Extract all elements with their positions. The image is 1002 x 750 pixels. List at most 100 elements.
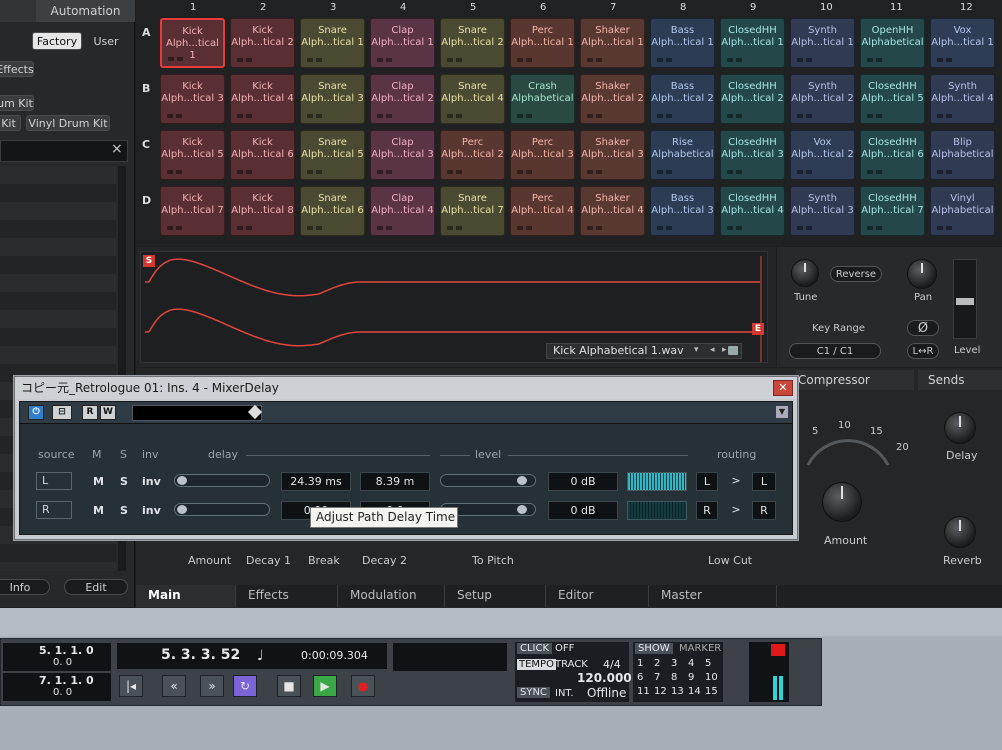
drum-pad[interactable]: Rise Alphabetical — [650, 130, 715, 180]
pan-knob[interactable] — [907, 259, 937, 289]
folder-icon[interactable] — [728, 346, 738, 355]
drum-pad[interactable]: OpenHH Alphabetical — [860, 18, 925, 68]
route-out[interactable]: R — [752, 501, 776, 520]
close-icon[interactable]: × — [111, 141, 123, 157]
drum-pad[interactable]: ClosedHH Alph...tical 4 — [720, 186, 785, 236]
drum-pad[interactable]: Shaker Alph...tical 4 — [580, 186, 645, 236]
route-in[interactable]: R — [696, 501, 718, 520]
sample-end-marker[interactable]: E — [752, 323, 764, 335]
power-icon[interactable]: ⏻ — [28, 405, 44, 420]
drum-pad[interactable]: Snare Alph...tical 1 — [300, 18, 365, 68]
invert-button[interactable]: inv — [142, 475, 161, 488]
delay-ms-field[interactable]: 24.39 ms — [281, 472, 351, 491]
drum-pad[interactable]: Vox Alph...tical 1 — [930, 18, 995, 68]
drum-pad[interactable]: Snare Alph...tical 7 — [440, 186, 505, 236]
marker-button[interactable]: 14 — [688, 686, 701, 697]
marker-button[interactable]: 1 — [637, 658, 643, 669]
level-field[interactable]: 0 dB — [548, 472, 618, 491]
drum-pad[interactable]: Perc Alph...tical 4 — [510, 186, 575, 236]
chevron-down-icon[interactable]: ▾ — [694, 345, 704, 357]
effects-tag[interactable]: Effects — [0, 61, 34, 77]
marker-button[interactable]: 4 — [688, 658, 694, 669]
reverb-send-knob[interactable] — [944, 516, 976, 548]
menu-dropdown-icon[interactable]: ▼ — [776, 406, 788, 418]
drum-pad[interactable]: Kick Alph...tical 6 — [230, 130, 295, 180]
delay-slider[interactable] — [174, 474, 270, 487]
sync-button[interactable]: SYNC — [517, 687, 550, 698]
tab-main[interactable]: Main — [136, 585, 236, 607]
marker-button[interactable]: 6 — [637, 672, 643, 683]
drum-pad[interactable]: ClosedHH Alph...tical 7 — [860, 186, 925, 236]
slider-thumb[interactable] — [517, 505, 528, 514]
drum-pad[interactable]: Vinyl Alphabetical — [930, 186, 995, 236]
drum-pad[interactable]: Perc Alph...tical 1 — [510, 18, 575, 68]
automation-tab[interactable]: Automation — [36, 0, 135, 22]
position-display[interactable]: 5. 3. 3. 52 ♩ 0:00:09.304 — [117, 643, 387, 669]
go-to-start-icon[interactable]: |◂ — [119, 675, 143, 697]
source-L[interactable]: L — [36, 472, 72, 490]
drum-pad[interactable]: Kick Alph...tical 1 — [160, 18, 225, 68]
route-in[interactable]: L — [696, 472, 718, 491]
vinyl-drum-kit-tag[interactable]: Vinyl Drum Kit — [26, 115, 110, 131]
drum-pad[interactable]: Kick Alph...tical 4 — [230, 74, 295, 124]
drum-pad[interactable]: Clap Alph...tical 2 — [370, 74, 435, 124]
record-icon[interactable]: ● — [351, 675, 375, 697]
drum-pad[interactable]: Snare Alph...tical 6 — [300, 186, 365, 236]
marker-button[interactable]: 11 — [637, 686, 650, 697]
fast-forward-icon[interactable]: » — [200, 675, 224, 697]
level-fader-thumb[interactable] — [956, 298, 974, 305]
delay-send-knob[interactable] — [944, 412, 976, 444]
drum-pad[interactable]: Blip Alphabetical — [930, 130, 995, 180]
marker-button[interactable]: 10 — [705, 672, 718, 683]
compressor-amount-knob[interactable] — [822, 482, 862, 522]
marker-button[interactable]: 9 — [688, 672, 694, 683]
key-range-field[interactable]: C1 / C1 — [789, 343, 881, 359]
drum-pad[interactable]: Snare Alph...tical 3 — [300, 74, 365, 124]
drum-pad[interactable]: Synth Alph...tical 4 — [930, 74, 995, 124]
marker-dropdown[interactable] — [393, 643, 507, 671]
drum-pad[interactable]: ClosedHH Alph...tical 2 — [720, 74, 785, 124]
solo-button[interactable]: S — [120, 504, 128, 517]
drum-pad[interactable]: Kick Alph...tical 5 — [160, 130, 225, 180]
show-button[interactable]: SHOW — [635, 643, 673, 654]
time-signature[interactable]: 4/4 — [603, 658, 621, 671]
user-button[interactable]: User — [86, 32, 126, 50]
drum-pad[interactable]: Bass Alph...tical 1 — [650, 18, 715, 68]
kit-tag-2[interactable]: Kit — [0, 115, 21, 131]
drum-pad[interactable]: ClosedHH Alph...tical 6 — [860, 130, 925, 180]
bypass-icon[interactable]: ⊟ — [52, 405, 72, 420]
drum-pad[interactable]: ClosedHH Alph...tical 1 — [720, 18, 785, 68]
drum-pad[interactable]: Synth Alph...tical 3 — [790, 186, 855, 236]
drum-pad[interactable]: Clap Alph...tical 1 — [370, 18, 435, 68]
drum-pad[interactable]: Vox Alph...tical 2 — [790, 130, 855, 180]
read-automation-button[interactable]: R — [82, 405, 98, 420]
tab-modulation[interactable]: Modulation — [338, 585, 445, 607]
factory-button[interactable]: Factory — [32, 32, 82, 50]
right-locator[interactable]: 7. 1. 1. 0 0. 0 — [3, 673, 111, 701]
level-field[interactable]: 0 dB — [548, 501, 618, 520]
search-input[interactable] — [0, 140, 128, 162]
marker-button[interactable]: 3 — [671, 658, 677, 669]
tab-setup[interactable]: Setup — [445, 585, 546, 607]
write-automation-button[interactable]: W — [100, 405, 116, 420]
drum-pad[interactable]: ClosedHH Alph...tical 3 — [720, 130, 785, 180]
tab-master[interactable]: Master — [649, 585, 777, 607]
drum-pad[interactable]: Perc Alph...tical 2 — [440, 130, 505, 180]
sample-start-marker[interactable]: S — [143, 255, 155, 267]
drum-pad[interactable]: Bass Alph...tical 2 — [650, 74, 715, 124]
drum-pad[interactable]: Kick Alph...tical 3 — [160, 74, 225, 124]
rewind-icon[interactable]: « — [162, 675, 186, 697]
info-button[interactable]: Info — [0, 579, 50, 595]
stop-icon[interactable]: ■ — [277, 675, 301, 697]
reverse-button[interactable]: Reverse — [830, 266, 882, 282]
marker-button[interactable]: 2 — [654, 658, 660, 669]
drum-pad[interactable]: Snare Alph...tical 5 — [300, 130, 365, 180]
drum-pad[interactable]: Shaker Alph...tical 2 — [580, 74, 645, 124]
route-out[interactable]: L — [752, 472, 776, 491]
solo-button[interactable]: S — [120, 475, 128, 488]
marker-button[interactable]: 13 — [671, 686, 684, 697]
source-R[interactable]: R — [36, 501, 72, 519]
window-title[interactable]: コピー元_Retrologue 01: Ins. 4 - MixerDelay — [15, 377, 797, 399]
cycle-icon[interactable]: ↻ — [233, 675, 257, 697]
tempo-value[interactable]: 120.000 — [577, 671, 632, 685]
